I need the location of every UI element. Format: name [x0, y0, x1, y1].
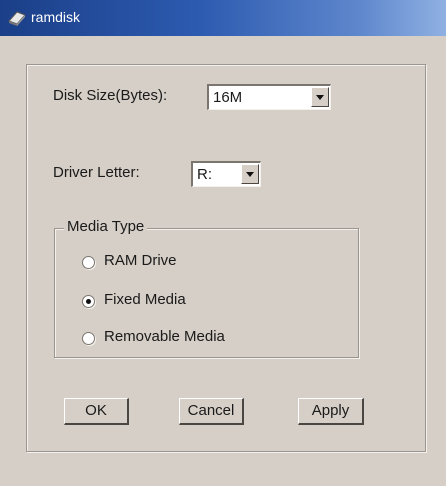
radio-selected-dot — [86, 299, 91, 304]
chevron-down-icon — [246, 172, 254, 177]
window-title: ramdisk — [31, 9, 81, 25]
disk-size-dropdown-button[interactable] — [311, 87, 329, 107]
driver-letter-label: Driver Letter: — [53, 164, 140, 181]
disk-size-label: Disk Size(Bytes): — [53, 87, 168, 104]
chevron-down-icon — [316, 95, 324, 100]
ok-button[interactable]: OK — [64, 398, 129, 425]
driver-letter-dropdown-button[interactable] — [241, 164, 259, 184]
disk-size-select[interactable]: 16M — [207, 84, 331, 110]
media-type-legend: Media Type — [64, 218, 148, 235]
cancel-button[interactable]: Cancel — [179, 398, 244, 425]
radio-label-fixed-media[interactable]: Fixed Media — [104, 291, 186, 308]
radio-label-ram-drive[interactable]: RAM Drive — [104, 252, 177, 269]
radio-removable-media[interactable] — [82, 332, 95, 345]
apply-button[interactable]: Apply — [298, 398, 364, 425]
radio-label-removable-media[interactable]: Removable Media — [104, 328, 225, 345]
radio-fixed-media[interactable] — [82, 295, 95, 308]
disk-size-value: 16M — [213, 89, 243, 106]
ramdisk-app-icon — [8, 11, 26, 26]
ramdisk-dialog: ramdisk Disk Size(Bytes): 16M Driver Let… — [0, 0, 446, 486]
title-bar[interactable]: ramdisk — [0, 0, 446, 36]
radio-ram-drive[interactable] — [82, 256, 95, 269]
driver-letter-select[interactable]: R: — [191, 161, 261, 187]
driver-letter-value: R: — [197, 166, 212, 183]
